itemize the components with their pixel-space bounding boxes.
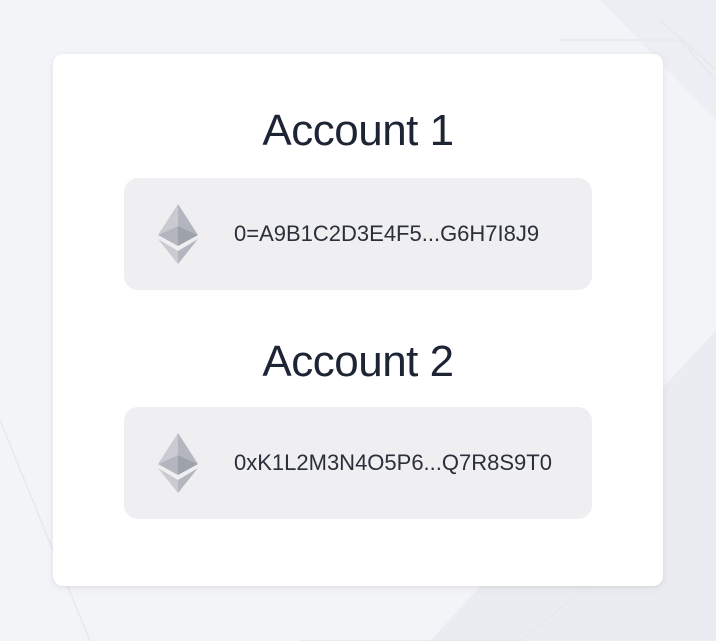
- account-1-title: Account 1: [262, 106, 454, 155]
- accounts-card: Account 1 0=A9B1C2D3E4F5...G6H7I8J9 Acco…: [53, 54, 663, 586]
- ethereum-icon: [158, 433, 198, 493]
- account-2-title: Account 2: [262, 337, 454, 386]
- account-1-address-box[interactable]: 0=A9B1C2D3E4F5...G6H7I8J9: [124, 178, 592, 290]
- account-1-address: 0=A9B1C2D3E4F5...G6H7I8J9: [234, 221, 540, 246]
- account-2-address: 0xK1L2M3N4O5P6...Q7R8S9T0: [234, 450, 552, 475]
- account-2-address-box[interactable]: 0xK1L2M3N4O5P6...Q7R8S9T0: [124, 407, 592, 519]
- ethereum-icon: [158, 204, 198, 264]
